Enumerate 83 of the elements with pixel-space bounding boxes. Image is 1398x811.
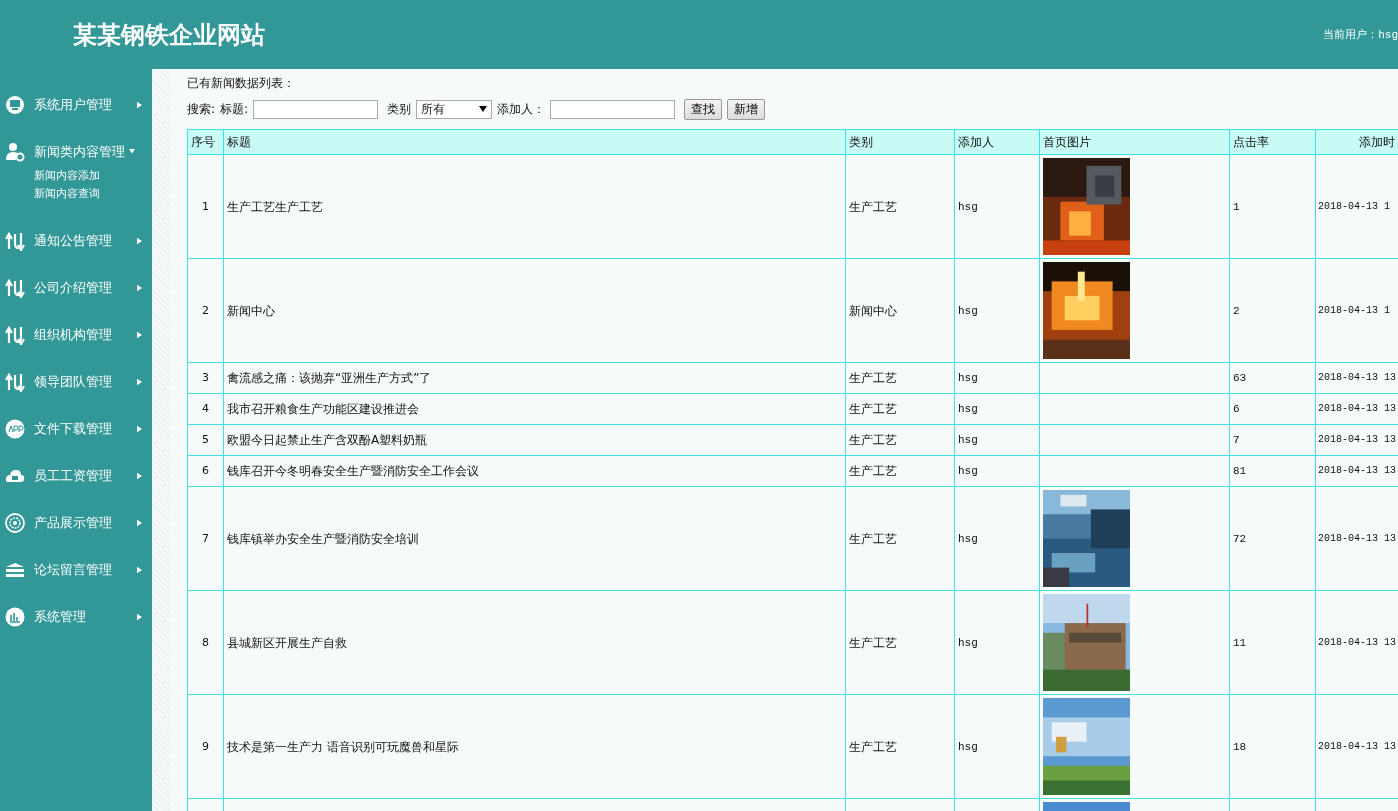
table-cell: 钱库镇举办安全生产暨消防安全培训 [227,531,419,546]
adder-label: 添加人： [497,100,546,118]
menu-item[interactable]: 文件下载管理 [0,405,152,452]
column-header: 标题 [223,129,846,155]
table-cell: 1 [202,199,209,213]
table-cell: hsg [958,532,978,545]
menu-item[interactable]: 产品展示管理 [0,499,152,546]
table-cell: 新闻中心 [227,303,275,318]
table-cell: 9 [202,739,209,753]
menu-item[interactable]: 系统管理 [0,593,152,640]
table-cell: hsg [958,636,978,649]
table-cell: hsg [958,740,978,753]
table-cell: hsg [958,434,978,446]
table-cell: 1 [1233,200,1240,213]
submenu-item[interactable]: 新闻内容查询 [34,185,152,203]
table-cell: 72 [1233,532,1247,545]
table-cell: 3 [202,371,209,384]
table-cell: 禽流感之痛：该抛弃“亚洲生产方式”了 [227,371,432,385]
menu-item[interactable]: 员工工资管理 [0,452,152,499]
table-cell: 生产工艺生产工艺 [227,199,323,214]
table-cell: 6 [202,464,209,477]
search-button[interactable]: 新增 [727,98,766,120]
table-cell: 2018-04-13 13 [1318,532,1396,544]
table-cell: 生产工艺 [849,464,897,478]
table-cell: 5 [202,433,209,446]
table-cell: 2018-04-13 1 [1318,304,1390,316]
table-cell: 6 [1233,403,1240,415]
table-cell: 63 [1233,372,1247,384]
category-label: 类别 [387,100,412,118]
table-cell: 钱库召开今冬明春安全生产暨消防安全工作会议 [227,464,479,478]
title-label: 标题: [220,100,249,118]
table-cell: 我市召开粮食生产功能区建设推进会 [227,402,419,416]
table-cell: 生产工艺 [849,371,897,385]
menu-item[interactable]: 系统用户管理 [0,81,152,128]
table-cell: 7 [202,531,209,545]
column-header: 点击率 [1229,129,1316,155]
search-button[interactable]: 查找 [684,98,723,120]
table-cell: hsg [958,465,978,477]
table-cell: 7 [1233,434,1240,446]
table-cell: 县城新区开展生产自救 [227,635,347,650]
column-header: 序号 [187,129,224,155]
site-title: 某某钢铁企业网站 [73,18,265,51]
table-cell: 2018-04-13 13 [1318,636,1396,648]
table-cell: 2018-04-13 13 [1318,434,1396,445]
table-cell: hsg [958,200,978,213]
table-cell: 2 [202,303,209,317]
table-cell: 2018-04-13 1 [1318,200,1390,212]
table-cell: 技术是第一生产力 语音识别可玩魔兽和星际 [227,739,459,754]
column-header: 首页图片 [1039,129,1230,155]
list-heading: 已有新闻数据列表： [187,75,296,92]
category-dropdown[interactable]: 所有 [416,99,493,119]
table-cell: hsg [958,372,978,384]
table-cell: hsg [958,304,978,317]
table-cell: 2 [1233,304,1240,317]
menu-item[interactable]: 论坛留言管理 [0,546,152,593]
table-cell: 生产工艺 [849,531,897,546]
table-cell: 生产工艺 [849,739,897,754]
table-cell: 11 [1233,636,1247,649]
table-cell: 新闻中心 [849,303,897,318]
table-cell: 生产工艺 [849,199,897,214]
menu-item[interactable]: 通知公告管理 [0,217,152,264]
search-label: 搜索: [187,100,216,118]
table-cell: 2018-04-13 13 [1318,465,1396,476]
table-cell: 8 [202,635,209,649]
table-cell: hsg [958,403,978,415]
current-user-label: 当前用户：hsg [1323,27,1398,42]
menu-item[interactable]: 组织机构管理 [0,311,152,358]
table-cell: 生产工艺 [849,635,897,650]
table-cell: 生产工艺 [849,402,897,416]
menu-item[interactable]: 领导团队管理 [0,358,152,405]
table-cell: 2018-04-13 13 [1318,403,1396,414]
table-cell: 欧盟今日起禁止生产含双酚A塑料奶瓶 [227,433,428,447]
submenu-item[interactable]: 新闻内容添加 [34,167,152,185]
column-header: 添加人 [954,129,1040,155]
table-cell: 2018-04-13 13 [1318,740,1396,752]
column-header: 类别 [845,129,955,155]
table-cell: 4 [202,402,209,415]
menu-item[interactable]: 公司介绍管理 [0,264,152,311]
table-cell: 2018-04-13 13 [1318,372,1396,383]
table-cell: 生产工艺 [849,433,897,447]
table-cell: 18 [1233,740,1247,753]
column-header: 添加时 [1315,129,1398,155]
table-cell: 81 [1233,465,1247,477]
